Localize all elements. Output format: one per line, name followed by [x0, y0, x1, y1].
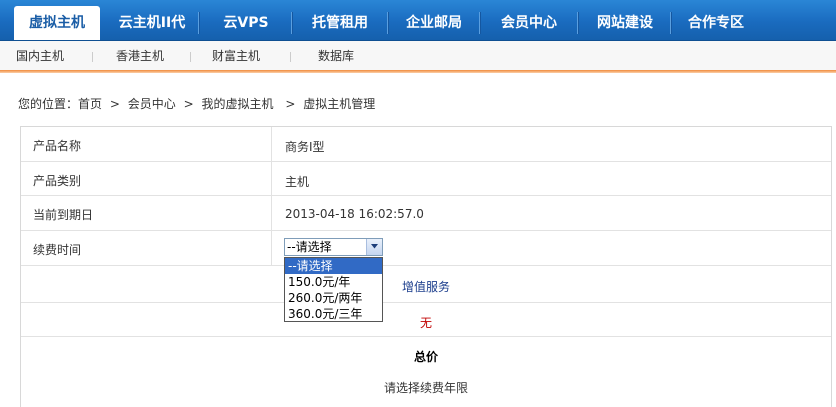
nav-divider [291, 12, 293, 34]
renewal-period-select[interactable]: --请选择 [284, 238, 383, 256]
tab-cooperation[interactable]: 合作专区 [674, 6, 758, 40]
option-two-years[interactable]: 260.0元/两年 [285, 290, 382, 306]
row-product-name: 产品名称 商务I型 [21, 127, 831, 162]
chevron-down-icon [371, 244, 378, 249]
tab-hosting-rental[interactable]: 托管租用 [296, 6, 384, 40]
total-price-hint: 请选择续费年限 [383, 381, 468, 395]
subnav-database[interactable]: 数据库 [318, 41, 354, 71]
renewal-select-value: --请选择 [287, 240, 332, 254]
breadcrumb-home[interactable]: 首页 [78, 97, 102, 111]
product-name-value: 商务I型 [285, 140, 325, 154]
row-renewal-period: 续费时间 [21, 231, 831, 266]
product-name-label: 产品名称 [33, 139, 82, 153]
nav-divider [577, 12, 579, 34]
tab-enterprise-mail[interactable]: 企业邮局 [392, 6, 476, 40]
row-value-added-title: 增值服务 [21, 266, 831, 303]
breadcrumb-current: 虚拟主机管理 [303, 97, 376, 111]
top-navigation: 虚拟主机 云主机II代 云VPS 托管租用 企业邮局 会员中心 网站建设 合作专… [0, 0, 836, 41]
subnav-fortune-host[interactable]: 财富主机 [212, 41, 260, 71]
option-please-select[interactable]: --请选择 [285, 258, 382, 274]
nav-divider [198, 12, 200, 34]
total-price-title: 总价 [413, 350, 438, 364]
dropdown-button[interactable] [366, 239, 382, 255]
row-expiry-date: 当前到期日 2013-04-18 16:02:57.0 [21, 196, 831, 231]
subnav-divider [92, 52, 93, 62]
sub-navigation: 国内主机 香港主机 财富主机 数据库 [0, 41, 836, 71]
tab-cloud-host-gen2[interactable]: 云主机II代 [108, 6, 196, 40]
accent-bar [0, 70, 836, 73]
expiry-date-label: 当前到期日 [33, 208, 94, 222]
row-value-added-value: 无 [21, 303, 831, 337]
subnav-divider [190, 52, 191, 62]
breadcrumb-member-center[interactable]: 会员中心 [128, 97, 176, 111]
nav-divider [479, 12, 481, 34]
breadcrumb-separator: > [285, 97, 296, 111]
option-one-year[interactable]: 150.0元/年 [285, 274, 382, 290]
tab-virtual-host[interactable]: 虚拟主机 [14, 6, 100, 40]
value-added-services-value: 无 [419, 316, 432, 330]
host-details-table: 产品名称 商务I型 产品类别 主机 当前到期日 2013-04-18 16:02… [20, 126, 832, 407]
value-added-services-link[interactable]: 增值服务 [21, 278, 831, 295]
row-product-category: 产品类别 主机 [21, 162, 831, 196]
nav-divider [670, 12, 672, 34]
renewal-period-label: 续费时间 [33, 243, 82, 257]
renewal-period-options: --请选择 150.0元/年 260.0元/两年 360.0元/三年 [284, 257, 383, 322]
tab-website-building[interactable]: 网站建设 [582, 6, 668, 40]
product-category-label: 产品类别 [33, 174, 82, 188]
cell-divider [271, 196, 272, 230]
expiry-date-value: 2013-04-18 16:02:57.0 [285, 207, 424, 221]
cell-divider [271, 127, 272, 161]
cell-divider [271, 231, 272, 265]
tab-member-center[interactable]: 会员中心 [484, 6, 574, 40]
breadcrumb-my-virtual-host[interactable]: 我的虚拟主机 [201, 97, 273, 111]
breadcrumb-separator: > [109, 97, 120, 111]
subnav-divider [290, 52, 291, 62]
breadcrumb-separator: > [183, 97, 194, 111]
subnav-hongkong-host[interactable]: 香港主机 [116, 41, 164, 71]
subnav-domestic-host[interactable]: 国内主机 [16, 41, 64, 71]
option-three-years[interactable]: 360.0元/三年 [285, 306, 382, 322]
breadcrumb: 您的位置：首页 > 会员中心 > 我的虚拟主机 > 虚拟主机管理 [18, 96, 379, 112]
row-total-title: 总价 [21, 337, 831, 371]
cell-divider [271, 162, 272, 195]
tab-cloud-vps[interactable]: 云VPS [204, 6, 288, 40]
product-category-value: 主机 [285, 175, 310, 189]
nav-divider [387, 12, 389, 34]
breadcrumb-prefix: 您的位置： [18, 97, 79, 111]
